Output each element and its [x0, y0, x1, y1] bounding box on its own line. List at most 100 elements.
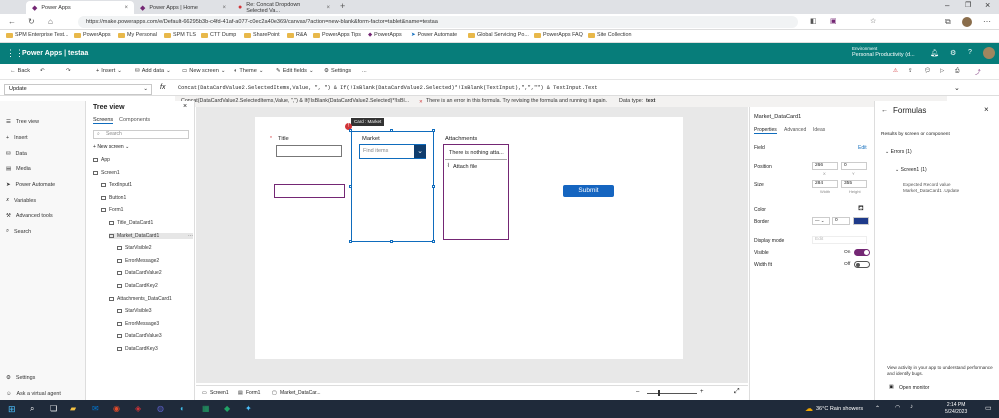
tree-node[interactable]: Attachments_DataCard1	[109, 296, 172, 302]
excel-icon[interactable]: ▦	[202, 404, 210, 413]
bookmark[interactable]: ◆ PowerApps	[368, 32, 402, 38]
bookmark[interactable]: My Personal	[118, 32, 157, 38]
tray-chevron-icon[interactable]: ⌃	[875, 405, 880, 412]
close-icon[interactable]: ×	[984, 105, 989, 114]
resize-handle[interactable]	[432, 240, 435, 243]
file-explorer-icon[interactable]: ▰	[70, 404, 76, 413]
extension-icon[interactable]: ▣	[830, 17, 837, 25]
resize-handle[interactable]	[349, 240, 352, 243]
border-width-input[interactable]: 0	[832, 217, 850, 225]
new-screen-button[interactable]: + New screen ⌄	[93, 144, 129, 150]
url-input[interactable]: https://make.powerapps.com/e/Default-662…	[78, 16, 798, 28]
tree-node[interactable]: DataCardValue3	[117, 333, 162, 339]
bookmark[interactable]: SPM Enterprise Test...	[6, 32, 69, 38]
title-input[interactable]	[276, 145, 342, 157]
tree-node[interactable]: StarVisible2	[117, 245, 152, 251]
tree-node[interactable]: DataCardValue2	[117, 270, 162, 276]
tree-node[interactable]: ErrorMessage3	[117, 321, 159, 327]
rail-settings[interactable]: ⚙ Settings	[6, 375, 35, 381]
app-icon[interactable]: ◆	[224, 404, 230, 413]
notification-icon[interactable]: ▭	[985, 404, 992, 412]
refresh-icon[interactable]: ↻	[28, 17, 35, 26]
wifi-icon[interactable]: ◠	[895, 404, 900, 411]
outlook-icon[interactable]: ✉	[92, 404, 99, 413]
size-width-input[interactable]: 284	[812, 180, 838, 188]
display-mode-dropdown[interactable]: Edit	[812, 236, 867, 244]
tree-node[interactable]: StarVisible3	[117, 308, 152, 314]
border-style-dropdown[interactable]: — ⌄	[812, 217, 830, 225]
breadcrumb-card[interactable]: Market_DataCar...	[280, 390, 321, 396]
bookmark[interactable]: Site Collection	[588, 32, 631, 38]
fit-screen-icon[interactable]: ⤢	[734, 388, 740, 396]
favorites-icon[interactable]: ☆	[870, 17, 876, 25]
tree-node[interactable]: TextInput1	[101, 182, 132, 188]
rail-search[interactable]: ⌕ Search	[6, 228, 31, 235]
app-icon[interactable]: ◈	[135, 404, 141, 413]
search-icon[interactable]: ⌕	[30, 404, 34, 414]
bookmark[interactable]: PowerApps	[74, 32, 111, 38]
back-button[interactable]: ← Back	[10, 68, 30, 74]
browser-tab-home[interactable]: ◆ Power Apps | Home ×	[134, 1, 232, 14]
back-arrow-icon[interactable]: ←	[8, 17, 16, 26]
bookmark[interactable]: Global Servicing Po...	[468, 32, 529, 38]
close-icon[interactable]: ×	[183, 103, 187, 110]
property-dropdown[interactable]: Update ⌄	[4, 84, 152, 95]
tab-screens[interactable]: Screens	[93, 117, 114, 124]
bookmark[interactable]: PowerApps Tips	[313, 32, 361, 38]
market-combobox[interactable]: Find items ⌄	[359, 144, 426, 159]
chevron-down-icon[interactable]: ⌄	[414, 145, 426, 158]
zoom-slider[interactable]	[647, 393, 697, 394]
errors-group[interactable]: ⌄ Errors (1)	[885, 149, 912, 155]
windows-start-icon[interactable]: ⊞	[8, 404, 16, 415]
new-tab-icon[interactable]: +	[340, 1, 345, 11]
home-icon[interactable]: ⌂	[48, 17, 53, 26]
window-close-icon[interactable]: ×	[985, 0, 990, 10]
tree-node[interactable]: ErrorMessage2	[117, 258, 159, 264]
tree-node[interactable]: Screen1	[93, 170, 120, 176]
position-x-input[interactable]: 266	[812, 162, 838, 170]
rail-media[interactable]: ▤ Media	[6, 166, 31, 172]
search-input[interactable]: ⌕ Search	[93, 130, 189, 139]
back-arrow-icon[interactable]: ←	[881, 107, 888, 114]
weather-text[interactable]: 36°C Rain showers	[816, 406, 863, 412]
comments-icon[interactable]: 💬︎	[924, 68, 931, 74]
volume-icon[interactable]: ♪	[910, 404, 913, 410]
chevron-down-icon[interactable]: ⌄	[954, 84, 960, 92]
position-y-input[interactable]: 0	[841, 162, 867, 170]
tab-components[interactable]: Components	[119, 117, 150, 123]
extension-icon[interactable]: ◧	[810, 17, 817, 25]
edit-fields-button[interactable]: ✎ Edit fields ⌄	[276, 68, 314, 74]
avatar[interactable]	[983, 47, 995, 59]
more-button[interactable]: ...	[362, 68, 367, 74]
zoom-in-icon[interactable]: +	[700, 389, 704, 395]
chrome-icon[interactable]: ◉	[113, 404, 120, 413]
settings-button[interactable]: ⚙ Settings	[324, 68, 351, 74]
bookmark[interactable]: SharePoint	[244, 32, 280, 38]
app-icon[interactable]: ✦	[245, 404, 252, 413]
new-screen-button[interactable]: ▭ New screen ⌄	[182, 68, 226, 74]
undo-icon[interactable]: ↶	[40, 68, 45, 74]
close-icon[interactable]: ×	[326, 5, 330, 11]
bookmark[interactable]: SPM TLS	[164, 32, 196, 38]
rail-data[interactable]: ⛁ Data	[6, 151, 27, 157]
zoom-out-icon[interactable]: –	[636, 389, 639, 395]
close-icon[interactable]: ×	[222, 5, 226, 11]
resize-handle[interactable]	[349, 129, 352, 132]
help-icon[interactable]: ?	[968, 49, 972, 56]
resize-handle[interactable]	[432, 129, 435, 132]
publish-icon[interactable]: ⤴	[975, 68, 981, 76]
avatar[interactable]	[962, 17, 972, 27]
tree-node[interactable]: Form1	[101, 207, 123, 213]
task-view-icon[interactable]: ❏	[50, 404, 57, 413]
bell-icon[interactable]: 🔔︎	[930, 49, 939, 57]
browser-tab-forum[interactable]: ● Re: Concat Dropdown Selected Va... ×	[232, 1, 336, 14]
maximize-icon[interactable]: ❐	[965, 1, 971, 9]
tree-node[interactable]: Title_DataCard1	[109, 220, 153, 226]
resize-handle[interactable]	[390, 129, 393, 132]
collections-icon[interactable]: ⧉	[945, 17, 951, 27]
open-monitor-link[interactable]: Open monitor	[899, 385, 929, 391]
error-detail[interactable]: Expected Record value Market_DataCard1 .…	[903, 182, 963, 194]
more-icon[interactable]: ⋯	[983, 17, 991, 26]
redo-icon[interactable]: ↷	[66, 68, 71, 74]
environment-picker[interactable]: Environment Personal Productivity (d...	[852, 46, 915, 58]
